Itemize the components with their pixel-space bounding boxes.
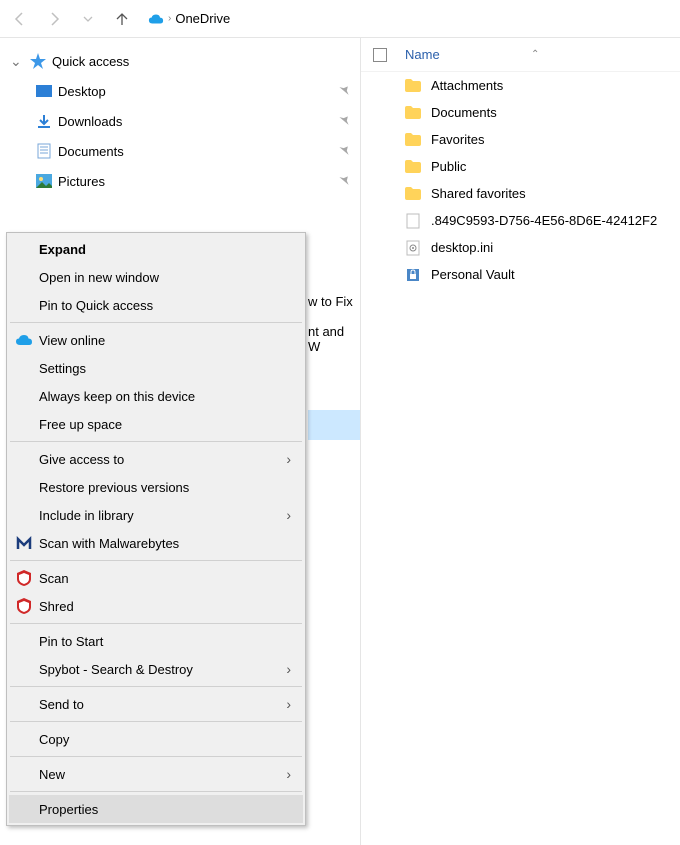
- file-row[interactable]: Attachments: [361, 72, 680, 99]
- ctx-send-to[interactable]: Send to›: [9, 690, 303, 718]
- ctx-pin-quick-access[interactable]: Pin to Quick access: [9, 291, 303, 319]
- file-row[interactable]: Public: [361, 153, 680, 180]
- folder-icon: [405, 78, 421, 94]
- file-icon: [405, 213, 421, 229]
- folder-icon: [405, 105, 421, 121]
- file-label: Shared favorites: [431, 186, 526, 201]
- forward-button[interactable]: [40, 5, 68, 33]
- separator: [10, 686, 302, 687]
- tree-quick-access[interactable]: ⌄ Quick access: [0, 46, 360, 76]
- separator: [10, 721, 302, 722]
- ctx-properties[interactable]: Properties: [9, 795, 303, 823]
- file-row[interactable]: desktop.ini: [361, 234, 680, 261]
- tree-label: Pictures: [58, 174, 322, 189]
- sort-indicator-icon: ⌃: [531, 49, 539, 60]
- ctx-shred[interactable]: Shred: [9, 592, 303, 620]
- tree-label: Downloads: [58, 114, 322, 129]
- ctx-scan-malwarebytes[interactable]: Scan with Malwarebytes: [9, 529, 303, 557]
- column-header[interactable]: Name ⌃: [361, 38, 680, 72]
- ctx-settings[interactable]: Settings: [9, 354, 303, 382]
- tree-label: Desktop: [58, 84, 322, 99]
- content-pane: Name ⌃ Attachments Documents Favorites Publ…: [360, 38, 680, 845]
- onedrive-icon: [15, 331, 33, 349]
- ctx-copy[interactable]: Copy: [9, 725, 303, 753]
- context-menu: Expand Open in new window Pin to Quick a…: [6, 232, 306, 826]
- obscured-text: nt and W: [308, 324, 360, 354]
- folder-icon: [405, 132, 421, 148]
- back-button[interactable]: [6, 5, 34, 33]
- chevron-right-icon: ›: [286, 766, 291, 782]
- mcafee-icon: [15, 597, 33, 615]
- pin-icon: [328, 175, 360, 187]
- separator: [10, 756, 302, 757]
- ctx-open-new-window[interactable]: Open in new window: [9, 263, 303, 291]
- separator: [10, 560, 302, 561]
- documents-icon: [36, 143, 52, 159]
- file-label: Documents: [431, 105, 497, 120]
- tree-item-downloads[interactable]: Downloads: [0, 106, 360, 136]
- ctx-include-library[interactable]: Include in library›: [9, 501, 303, 529]
- separator: [10, 441, 302, 442]
- up-button[interactable]: [108, 5, 136, 33]
- file-label: Personal Vault: [431, 267, 515, 282]
- column-name[interactable]: Name: [405, 47, 440, 62]
- tree-label: Documents: [58, 144, 322, 159]
- file-row[interactable]: Documents: [361, 99, 680, 126]
- file-label: Public: [431, 159, 466, 174]
- ctx-view-online[interactable]: View online: [9, 326, 303, 354]
- folder-icon: [405, 159, 421, 175]
- malwarebytes-icon: [15, 534, 33, 552]
- chevron-right-icon: ›: [286, 661, 291, 677]
- breadcrumb[interactable]: › OneDrive: [142, 6, 674, 32]
- ctx-expand[interactable]: Expand: [9, 235, 303, 263]
- ctx-always-keep[interactable]: Always keep on this device: [9, 382, 303, 410]
- selected-row-fragment: [308, 410, 360, 440]
- ini-icon: [405, 240, 421, 256]
- obscured-text: w to Fix: [308, 294, 360, 309]
- select-all-checkbox[interactable]: [373, 48, 387, 62]
- chevron-right-icon: ›: [286, 696, 291, 712]
- file-label: Attachments: [431, 78, 503, 93]
- mcafee-icon: [15, 569, 33, 587]
- downloads-icon: [36, 113, 52, 129]
- ctx-new[interactable]: New›: [9, 760, 303, 788]
- folder-icon: [405, 186, 421, 202]
- file-label: Favorites: [431, 132, 484, 147]
- recent-dropdown[interactable]: [74, 5, 102, 33]
- nav-toolbar: › OneDrive: [0, 0, 680, 38]
- file-label: .849C9593-D756-4E56-8D6E-42412F2: [431, 213, 657, 228]
- ctx-pin-to-start[interactable]: Pin to Start: [9, 627, 303, 655]
- chevron-right-icon: ›: [286, 507, 291, 523]
- pictures-icon: [36, 173, 52, 189]
- pin-icon: [328, 85, 360, 97]
- separator: [10, 623, 302, 624]
- file-label: desktop.ini: [431, 240, 493, 255]
- separator: [10, 791, 302, 792]
- chevron-right-icon: ›: [286, 451, 291, 467]
- pin-icon: [328, 145, 360, 157]
- file-row[interactable]: .849C9593-D756-4E56-8D6E-42412F2: [361, 207, 680, 234]
- ctx-spybot[interactable]: Spybot - Search & Destroy›: [9, 655, 303, 683]
- desktop-icon: [36, 83, 52, 99]
- ctx-free-up-space[interactable]: Free up space: [9, 410, 303, 438]
- chevron-right-icon: ›: [168, 13, 171, 24]
- ctx-scan[interactable]: Scan: [9, 564, 303, 592]
- tree-item-pictures[interactable]: Pictures: [0, 166, 360, 196]
- chevron-down-icon: ⌄: [10, 53, 24, 70]
- tree-label: Quick access: [52, 54, 360, 69]
- ctx-give-access-to[interactable]: Give access to›: [9, 445, 303, 473]
- file-row[interactable]: Shared favorites: [361, 180, 680, 207]
- ctx-restore-previous[interactable]: Restore previous versions: [9, 473, 303, 501]
- separator: [10, 322, 302, 323]
- onedrive-icon: [148, 11, 164, 27]
- file-row[interactable]: Favorites: [361, 126, 680, 153]
- tree-item-documents[interactable]: Documents: [0, 136, 360, 166]
- tree-item-desktop[interactable]: Desktop: [0, 76, 360, 106]
- vault-icon: [405, 267, 421, 283]
- file-row[interactable]: Personal Vault: [361, 261, 680, 288]
- pin-icon: [328, 115, 360, 127]
- quick-access-icon: [30, 53, 46, 69]
- breadcrumb-location[interactable]: OneDrive: [175, 11, 230, 26]
